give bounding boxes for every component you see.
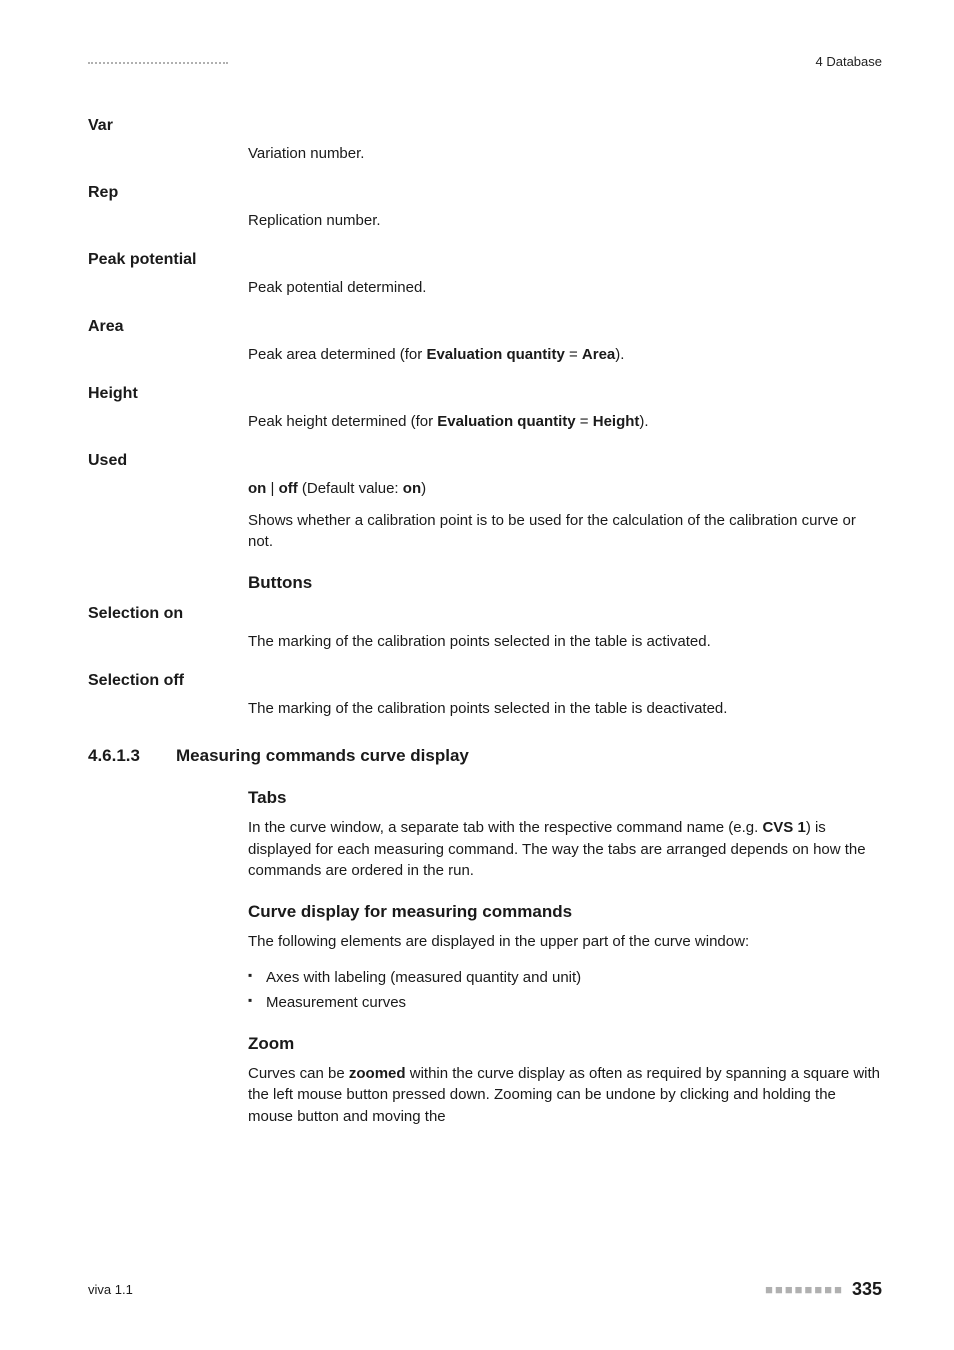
curve-display-heading: Curve display for measuring commands	[248, 900, 882, 925]
header-chapter-label: 4 Database	[816, 54, 883, 69]
def-term-selection-off: Selection off	[88, 669, 882, 692]
bold-span: zoomed	[349, 1065, 406, 1082]
section-number: 4.6.1.3	[88, 744, 140, 769]
def-var: Var Variation number.	[88, 114, 882, 165]
def-body-selection-off: The marking of the calibration points se…	[248, 698, 882, 720]
section-title: Measuring commands curve display	[176, 744, 469, 769]
def-body-var: Variation number.	[248, 143, 882, 165]
tabs-heading: Tabs	[248, 786, 882, 811]
bold-span: Height	[593, 413, 640, 430]
bold-span: Area	[582, 346, 615, 363]
def-text-rep: Replication number.	[248, 210, 882, 232]
def-rep: Rep Replication number.	[88, 181, 882, 232]
curve-display-text: The following elements are displayed in …	[248, 931, 882, 953]
curve-display-intro: The following elements are displayed in …	[248, 931, 882, 953]
def-text-peak-potential: Peak potential determined.	[248, 277, 882, 299]
def-text-height: Peak height determined (for Evaluation q…	[248, 411, 882, 433]
text-span: In the curve window, a separate tab with…	[248, 819, 762, 836]
def-body-height: Peak height determined (for Evaluation q…	[248, 411, 882, 433]
tabs-text: In the curve window, a separate tab with…	[248, 817, 882, 882]
def-body-rep: Replication number.	[248, 210, 882, 232]
footer-left: viva 1.1	[88, 1282, 133, 1297]
def-used: Used on | off (Default value: on) Shows …	[88, 449, 882, 553]
def-term-var: Var	[88, 114, 882, 137]
def-term-peak-potential: Peak potential	[88, 248, 882, 271]
def-peak-potential: Peak potential Peak potential determined…	[88, 248, 882, 299]
list-item: Measurement curves	[248, 992, 882, 1014]
zoom-body: Curves can be zoomed within the curve di…	[248, 1063, 882, 1128]
def-body-used: on | off (Default value: on) Shows wheth…	[248, 478, 882, 553]
def-text-selection-off: The marking of the calibration points se…	[248, 698, 882, 720]
bold-span: on	[248, 480, 266, 497]
footer-dots-icon: ■■■■■■■■	[765, 1282, 844, 1297]
text-span: )	[421, 480, 426, 497]
def-area: Area Peak area determined (for Evaluatio…	[88, 315, 882, 366]
def-body-area: Peak area determined (for Evaluation qua…	[248, 344, 882, 366]
tabs-body: In the curve window, a separate tab with…	[248, 817, 882, 882]
def-term-height: Height	[88, 382, 882, 405]
zoom-text: Curves can be zoomed within the curve di…	[248, 1063, 882, 1128]
text-span: (Default value:	[298, 480, 403, 497]
bold-span: Evaluation quantity	[426, 346, 564, 363]
page-content: Var Variation number. Rep Replication nu…	[88, 114, 882, 1128]
def-text-used-line2: Shows whether a calibration point is to …	[248, 510, 882, 554]
def-term-used: Used	[88, 449, 882, 472]
zoom-heading: Zoom	[248, 1032, 882, 1057]
bold-span: CVS 1	[762, 819, 805, 836]
curve-display-bullets: Axes with labeling (measured quantity an…	[248, 967, 882, 1015]
text-span: |	[266, 480, 278, 497]
bold-span: on	[403, 480, 421, 497]
list-item: Axes with labeling (measured quantity an…	[248, 967, 882, 989]
text-span: ).	[615, 346, 624, 363]
bold-span: Evaluation quantity	[437, 413, 575, 430]
def-text-area: Peak area determined (for Evaluation qua…	[248, 344, 882, 366]
text-span: Peak height determined (for	[248, 413, 437, 430]
def-term-rep: Rep	[88, 181, 882, 204]
footer-right: ■■■■■■■■ 335	[765, 1279, 882, 1300]
def-text-used-line1: on | off (Default value: on)	[248, 478, 882, 500]
text-span: ).	[639, 413, 648, 430]
def-body-peak-potential: Peak potential determined.	[248, 277, 882, 299]
def-text-var: Variation number.	[248, 143, 882, 165]
text-span: Peak area determined (for	[248, 346, 426, 363]
def-term-area: Area	[88, 315, 882, 338]
def-selection-off: Selection off The marking of the calibra…	[88, 669, 882, 720]
text-span: =	[576, 413, 593, 430]
buttons-heading: Buttons	[248, 571, 882, 596]
text-span: =	[565, 346, 582, 363]
page-number: 335	[852, 1279, 882, 1300]
def-text-selection-on: The marking of the calibration points se…	[248, 631, 882, 653]
def-selection-on: Selection on The marking of the calibrat…	[88, 602, 882, 653]
text-span: Curves can be	[248, 1065, 349, 1082]
section-heading-row: 4.6.1.3 Measuring commands curve display	[88, 744, 882, 769]
bold-span: off	[279, 480, 298, 497]
def-term-selection-on: Selection on	[88, 602, 882, 625]
page-footer: viva 1.1 ■■■■■■■■ 335	[88, 1279, 882, 1300]
def-height: Height Peak height determined (for Evalu…	[88, 382, 882, 433]
header-rule	[88, 62, 228, 64]
def-body-selection-on: The marking of the calibration points se…	[248, 631, 882, 653]
